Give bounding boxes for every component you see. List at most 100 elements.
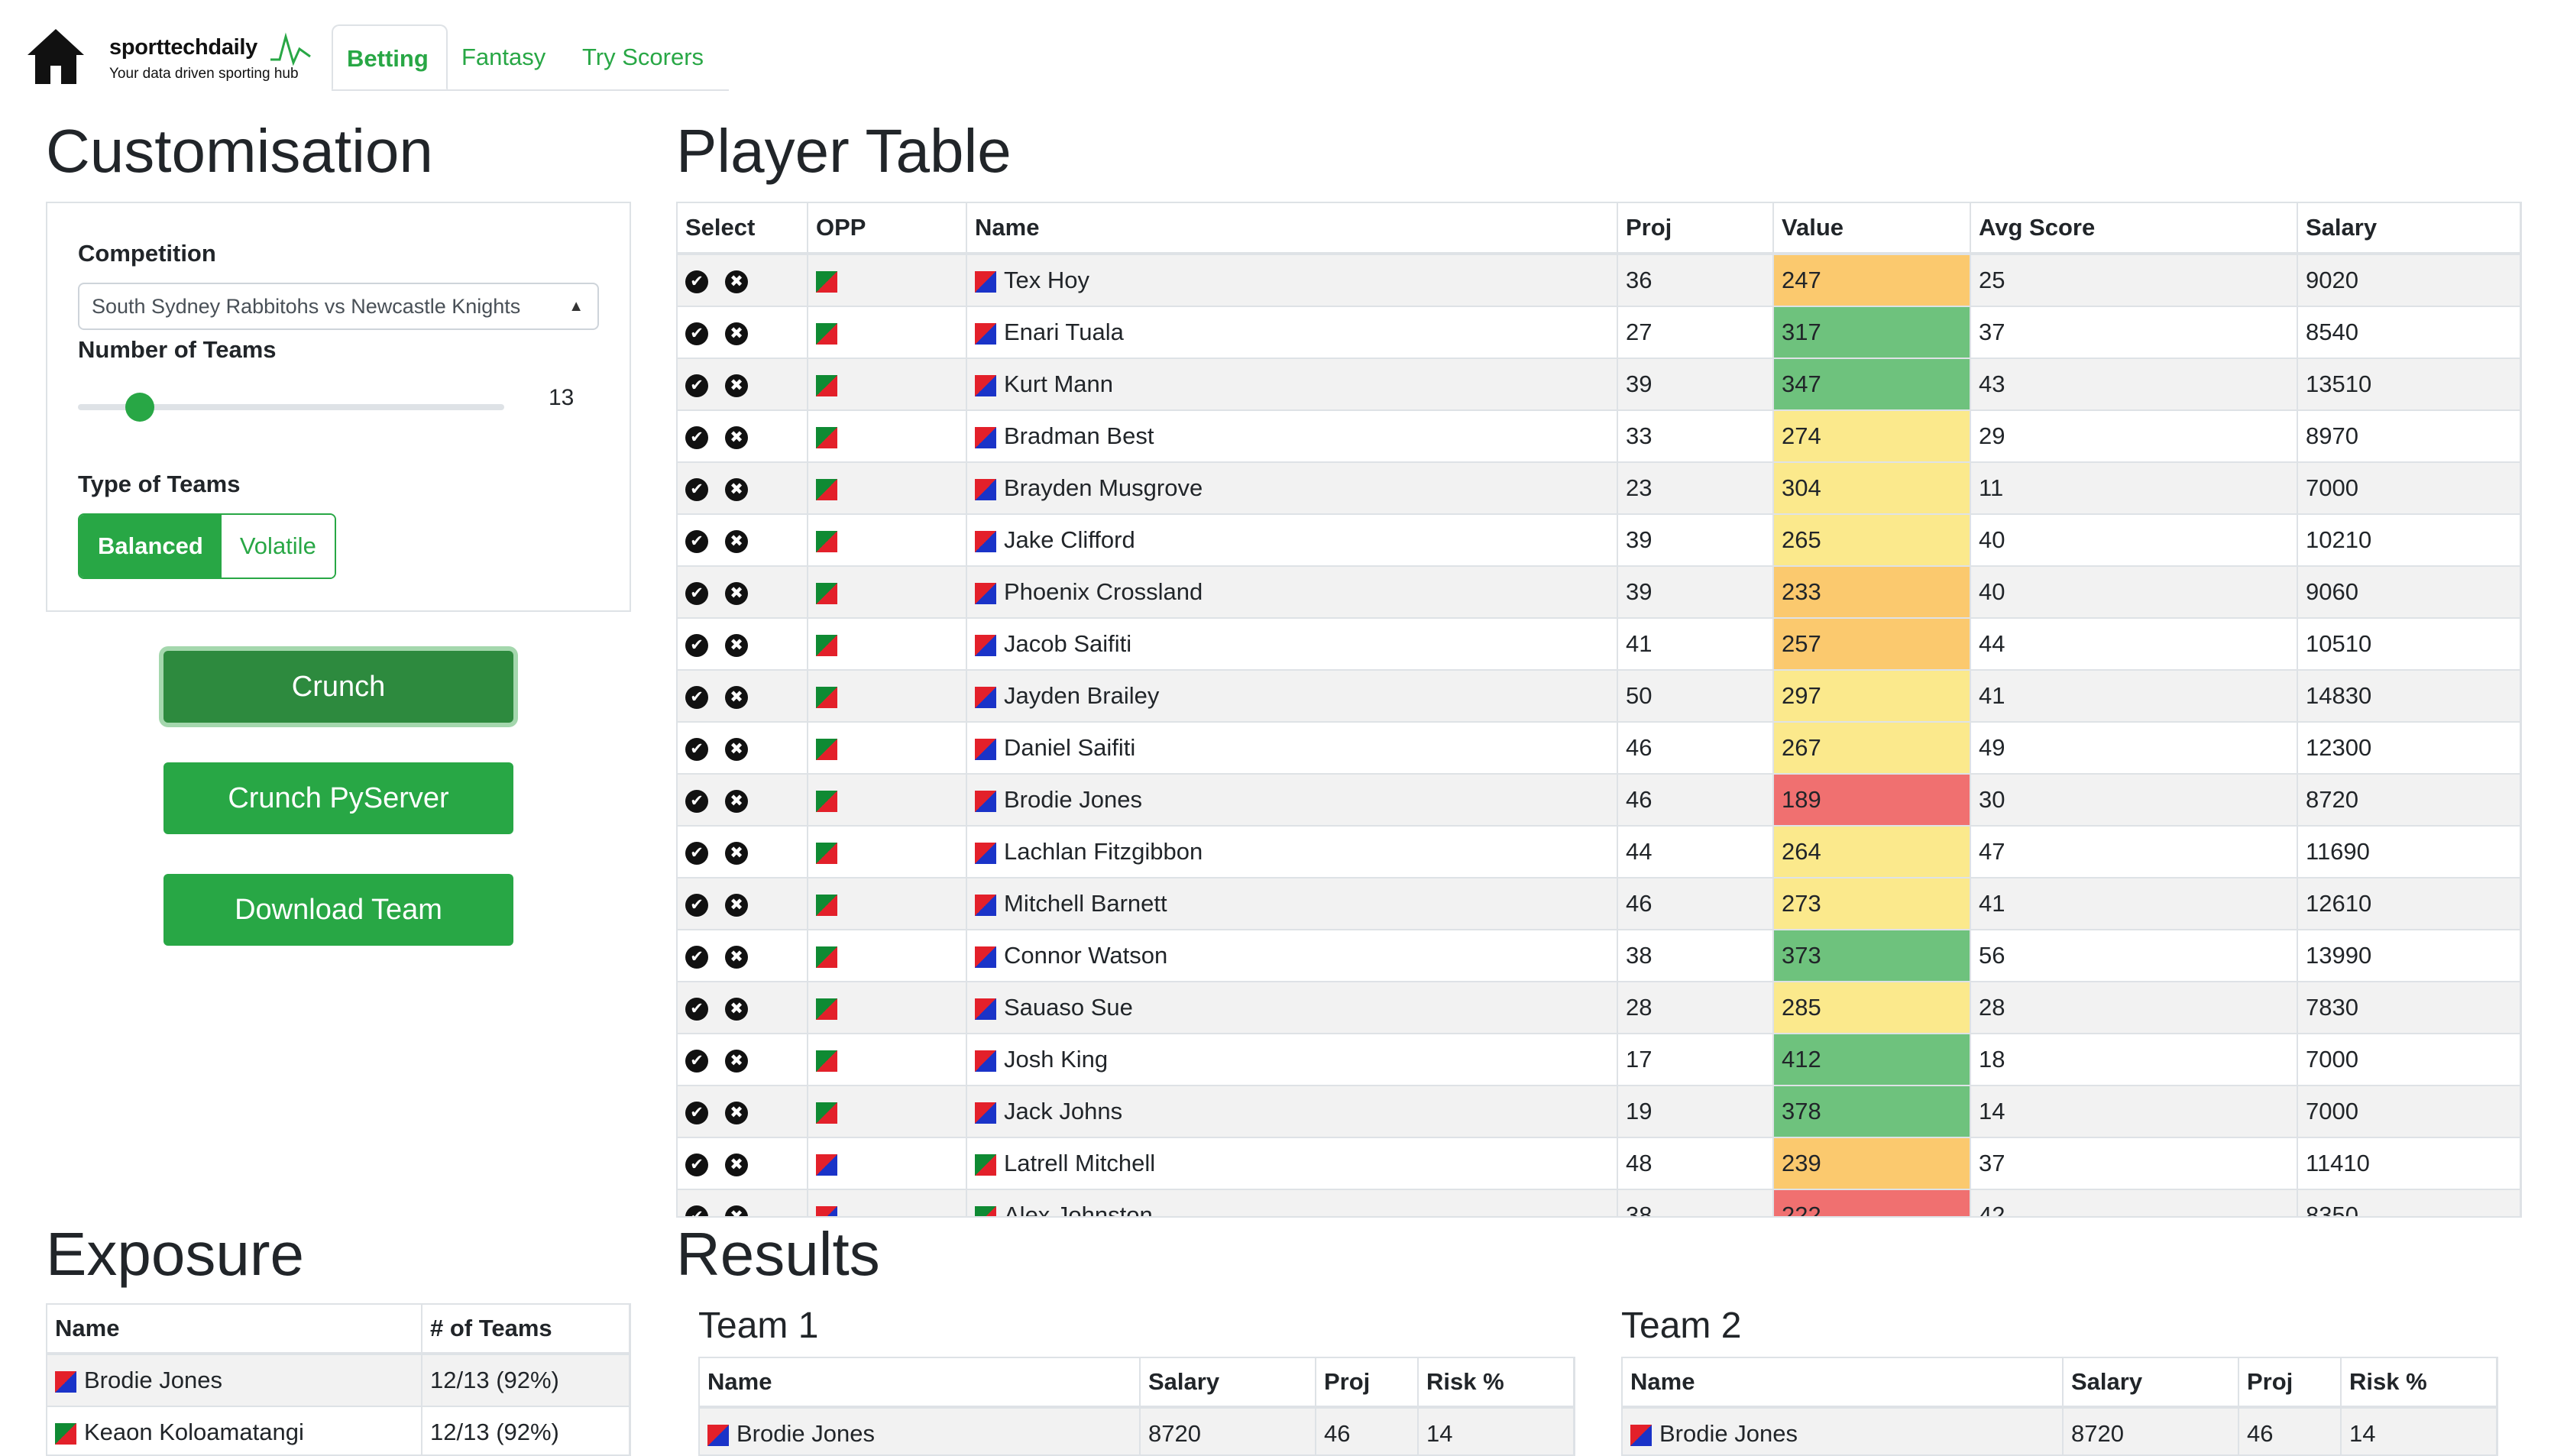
- check-circle-icon[interactable]: ✔: [685, 841, 708, 865]
- home-icon[interactable]: [26, 28, 86, 86]
- column-header[interactable]: Risk %: [1418, 1358, 1574, 1409]
- table-row[interactable]: ✔ ✖ Jake Clifford 39 265 40 10210: [678, 513, 2520, 566]
- volatile-option[interactable]: Volatile: [221, 515, 335, 578]
- column-header[interactable]: Name: [47, 1305, 422, 1355]
- check-circle-icon[interactable]: ✔: [685, 1049, 708, 1073]
- close-circle-icon[interactable]: ✖: [725, 945, 748, 969]
- column-header[interactable]: Value: [1773, 203, 1971, 255]
- close-circle-icon[interactable]: ✖: [725, 270, 748, 293]
- column-header[interactable]: Avg Score: [1970, 203, 2298, 255]
- check-circle-icon[interactable]: ✔: [685, 581, 708, 605]
- table-row[interactable]: ✔ ✖ Bradman Best 33 274 29 8970: [678, 409, 2520, 462]
- table-row[interactable]: ✔ ✖ Lachlan Fitzgibbon 44 264 47 11690: [678, 825, 2520, 878]
- table-row[interactable]: Brodie Jones 8720 46 14: [1623, 1406, 2497, 1454]
- name-cell: Jayden Brailey: [966, 669, 1618, 722]
- table-row[interactable]: ✔ ✖ Alex Johnston 38 222 42 8350: [678, 1189, 2520, 1216]
- close-circle-icon[interactable]: ✖: [725, 581, 748, 605]
- exposure-table-scroll[interactable]: Name # of Teams Brodie Jones 12/13 (92%) K…: [46, 1303, 631, 1456]
- column-header[interactable]: Proj: [1316, 1358, 1419, 1409]
- close-circle-icon[interactable]: ✖: [725, 633, 748, 657]
- close-circle-icon[interactable]: ✖: [725, 1153, 748, 1176]
- table-row[interactable]: ✔ ✖ Tex Hoy 36 247 25 9020: [678, 253, 2520, 306]
- check-circle-icon[interactable]: ✔: [685, 322, 708, 345]
- close-circle-icon[interactable]: ✖: [725, 1101, 748, 1124]
- column-header[interactable]: Risk %: [2341, 1358, 2497, 1409]
- column-header[interactable]: Salary: [2063, 1358, 2239, 1409]
- table-row[interactable]: ✔ ✖ Jacob Saifiti 41 257 44 10510: [678, 617, 2520, 670]
- table-row[interactable]: ✔ ✖ Brayden Musgrove 23 304 11 7000: [678, 461, 2520, 514]
- check-circle-icon[interactable]: ✔: [685, 1153, 708, 1176]
- number-of-teams-slider-thumb[interactable]: [125, 393, 154, 422]
- check-circle-icon[interactable]: ✔: [685, 477, 708, 501]
- competition-select[interactable]: South Sydney Rabbitohs vs Newcastle Knig…: [78, 283, 599, 330]
- column-header[interactable]: Salary: [1140, 1358, 1316, 1409]
- tab-fantasy[interactable]: Fantasy: [448, 24, 568, 90]
- table-row[interactable]: ✔ ✖ Mitchell Barnett 46 273 41 12610: [678, 877, 2520, 930]
- column-header[interactable]: Name: [1623, 1358, 2064, 1409]
- check-circle-icon[interactable]: ✔: [685, 997, 708, 1021]
- column-header[interactable]: Proj: [1617, 203, 1774, 255]
- check-circle-icon[interactable]: ✔: [685, 633, 708, 657]
- table-row[interactable]: ✔ ✖ Jayden Brailey 50 297 41 14830: [678, 669, 2520, 722]
- table-row[interactable]: ✔ ✖ Enari Tuala 27 317 37 8540: [678, 306, 2520, 358]
- check-circle-icon[interactable]: ✔: [685, 737, 708, 761]
- crunch-button[interactable]: Crunch: [163, 651, 513, 723]
- column-header[interactable]: Name: [700, 1358, 1141, 1409]
- check-circle-icon[interactable]: ✔: [685, 1101, 708, 1124]
- name-cell: Daniel Saifiti: [966, 721, 1618, 774]
- tab-try-scorers[interactable]: Try Scorers: [568, 24, 729, 90]
- salary-cell: 8720: [2063, 1406, 2239, 1454]
- close-circle-icon[interactable]: ✖: [725, 374, 748, 397]
- table-row[interactable]: Brodie Jones 12/13 (92%): [47, 1353, 630, 1406]
- check-circle-icon[interactable]: ✔: [685, 893, 708, 917]
- table-row[interactable]: Keaon Koloamatangi 12/13 (92%): [47, 1406, 630, 1454]
- close-circle-icon[interactable]: ✖: [725, 893, 748, 917]
- check-circle-icon[interactable]: ✔: [685, 270, 708, 293]
- balanced-option[interactable]: Balanced: [79, 515, 222, 578]
- download-team-button[interactable]: Download Team: [163, 874, 513, 946]
- close-circle-icon[interactable]: ✖: [725, 737, 748, 761]
- column-header[interactable]: Salary: [2297, 203, 2520, 255]
- team-flag-green-red-icon: [816, 738, 837, 760]
- check-circle-icon[interactable]: ✔: [685, 685, 708, 709]
- brand-name[interactable]: sporttechdaily: [109, 35, 257, 60]
- check-circle-icon[interactable]: ✔: [685, 789, 708, 813]
- table-row[interactable]: ✔ ✖ Sauaso Sue 28 285 28 7830: [678, 981, 2520, 1034]
- team-1-table-scroll[interactable]: Name Salary Proj Risk % Brodie Jones 8720 46 14: [698, 1357, 1575, 1456]
- column-header[interactable]: Name: [966, 203, 1618, 255]
- close-circle-icon[interactable]: ✖: [725, 477, 748, 501]
- table-row[interactable]: ✔ ✖ Josh King 17 412 18 7000: [678, 1033, 2520, 1086]
- close-circle-icon[interactable]: ✖: [725, 425, 748, 449]
- crunch-pyserver-button[interactable]: Crunch PyServer: [163, 762, 513, 834]
- close-circle-icon[interactable]: ✖: [725, 529, 748, 553]
- close-circle-icon[interactable]: ✖: [725, 789, 748, 813]
- column-header[interactable]: Proj: [2238, 1358, 2342, 1409]
- close-circle-icon[interactable]: ✖: [725, 322, 748, 345]
- column-header[interactable]: # of Teams: [422, 1305, 630, 1355]
- close-circle-icon[interactable]: ✖: [725, 997, 748, 1021]
- table-row[interactable]: ✔ ✖ Brodie Jones 46 189 30 8720: [678, 773, 2520, 826]
- check-circle-icon[interactable]: ✔: [685, 425, 708, 449]
- table-row[interactable]: Brodie Jones 8720 46 14: [700, 1406, 1574, 1454]
- table-row[interactable]: ✔ ✖ Latrell Mitchell 48 239 37 11410: [678, 1137, 2520, 1189]
- avg-score-cell: 18: [1970, 1033, 2298, 1086]
- table-row[interactable]: ✔ ✖ Daniel Saifiti 46 267 49 12300: [678, 721, 2520, 774]
- column-header[interactable]: Select: [678, 203, 808, 255]
- close-circle-icon[interactable]: ✖: [725, 841, 748, 865]
- check-circle-icon[interactable]: ✔: [685, 1205, 708, 1216]
- team-2-table-scroll[interactable]: Name Salary Proj Risk % Brodie Jones 8720 46 14: [1621, 1357, 2498, 1456]
- table-row[interactable]: ✔ ✖ Jack Johns 19 378 14 7000: [678, 1085, 2520, 1137]
- check-circle-icon[interactable]: ✔: [685, 945, 708, 969]
- close-circle-icon[interactable]: ✖: [725, 1049, 748, 1073]
- close-circle-icon[interactable]: ✖: [725, 685, 748, 709]
- check-circle-icon[interactable]: ✔: [685, 374, 708, 397]
- close-circle-icon[interactable]: ✖: [725, 1205, 748, 1216]
- team-flag-green-red-icon: [55, 1422, 76, 1445]
- check-circle-icon[interactable]: ✔: [685, 529, 708, 553]
- column-header[interactable]: OPP: [808, 203, 967, 255]
- player-table-scroll[interactable]: Select OPP Name Proj Value Avg Score Salary ✔ ✖…: [676, 202, 2522, 1218]
- table-row[interactable]: ✔ ✖ Kurt Mann 39 347 43 13510: [678, 358, 2520, 410]
- table-row[interactable]: ✔ ✖ Connor Watson 38 373 56 13990: [678, 929, 2520, 982]
- table-row[interactable]: ✔ ✖ Phoenix Crossland 39 233 40 9060: [678, 565, 2520, 618]
- tab-betting[interactable]: Betting: [332, 24, 448, 90]
